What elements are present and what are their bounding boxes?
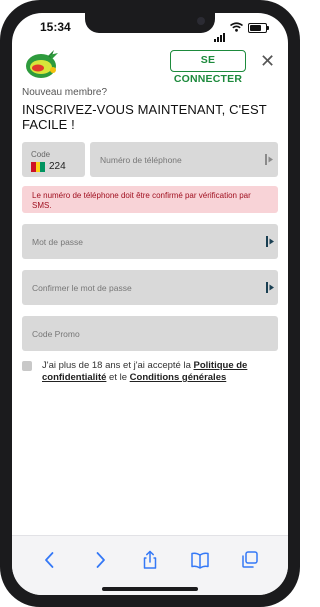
promo-code-input[interactable]: Code Promo xyxy=(22,316,278,351)
terms-checkbox[interactable] xyxy=(22,361,32,371)
forward-icon[interactable] xyxy=(90,550,110,570)
terms-middle: et le xyxy=(106,372,130,383)
home-indicator xyxy=(102,587,198,591)
password-input[interactable]: Mot de passe xyxy=(22,224,278,259)
show-confirm-password-icon[interactable] xyxy=(266,282,275,293)
country-code-value: 224 xyxy=(49,161,66,172)
battery-icon xyxy=(248,23,269,33)
page-title: INSCRIVEZ-VOUS MAINTENANT, C'EST FACILE … xyxy=(22,102,267,132)
share-icon[interactable] xyxy=(140,550,160,570)
terms-conditions-link[interactable]: Conditions générales xyxy=(130,372,227,383)
country-code-select[interactable]: Code 224 xyxy=(22,142,85,177)
lottery-logo-icon[interactable] xyxy=(24,46,60,82)
signal-icon xyxy=(214,24,226,42)
wifi-icon xyxy=(230,22,243,32)
promo-placeholder: Code Promo xyxy=(32,329,80,339)
camera-icon xyxy=(197,17,205,25)
back-icon[interactable] xyxy=(40,550,60,570)
safari-toolbar xyxy=(12,535,288,595)
new-member-label: Nouveau membre? xyxy=(22,87,108,98)
terms-text: J'ai plus de 18 ans et j'ai accepté la P… xyxy=(42,360,278,384)
show-password-icon[interactable] xyxy=(266,236,275,247)
screen: 15:34 SE CONNECTER ✕ Nouveau membre? INS… xyxy=(12,13,288,595)
camera-notch xyxy=(85,13,215,33)
phone-placeholder: Numéro de téléphone xyxy=(100,155,182,165)
confirm-password-placeholder: Confirmer le mot de passe xyxy=(32,283,132,293)
terms-prefix: J'ai plus de 18 ans et j'ai accepté la xyxy=(42,360,194,371)
login-button[interactable]: SE CONNECTER xyxy=(170,50,246,85)
bookmarks-icon[interactable] xyxy=(190,550,210,570)
confirm-password-input[interactable]: Confirmer le mot de passe xyxy=(22,270,278,305)
password-placeholder: Mot de passe xyxy=(32,237,84,247)
code-label: Code xyxy=(31,150,51,159)
app-header: SE CONNECTER ✕ xyxy=(12,43,288,85)
close-icon[interactable]: ✕ xyxy=(260,51,275,71)
guinea-flag-icon xyxy=(31,162,46,172)
phone-number-input[interactable]: Numéro de téléphone xyxy=(90,142,278,177)
sms-alert: Le numéro de téléphone doit être confirm… xyxy=(22,186,278,213)
field-action-icon[interactable] xyxy=(265,154,274,165)
status-time: 15:34 xyxy=(40,20,71,34)
tabs-icon[interactable] xyxy=(240,550,260,570)
